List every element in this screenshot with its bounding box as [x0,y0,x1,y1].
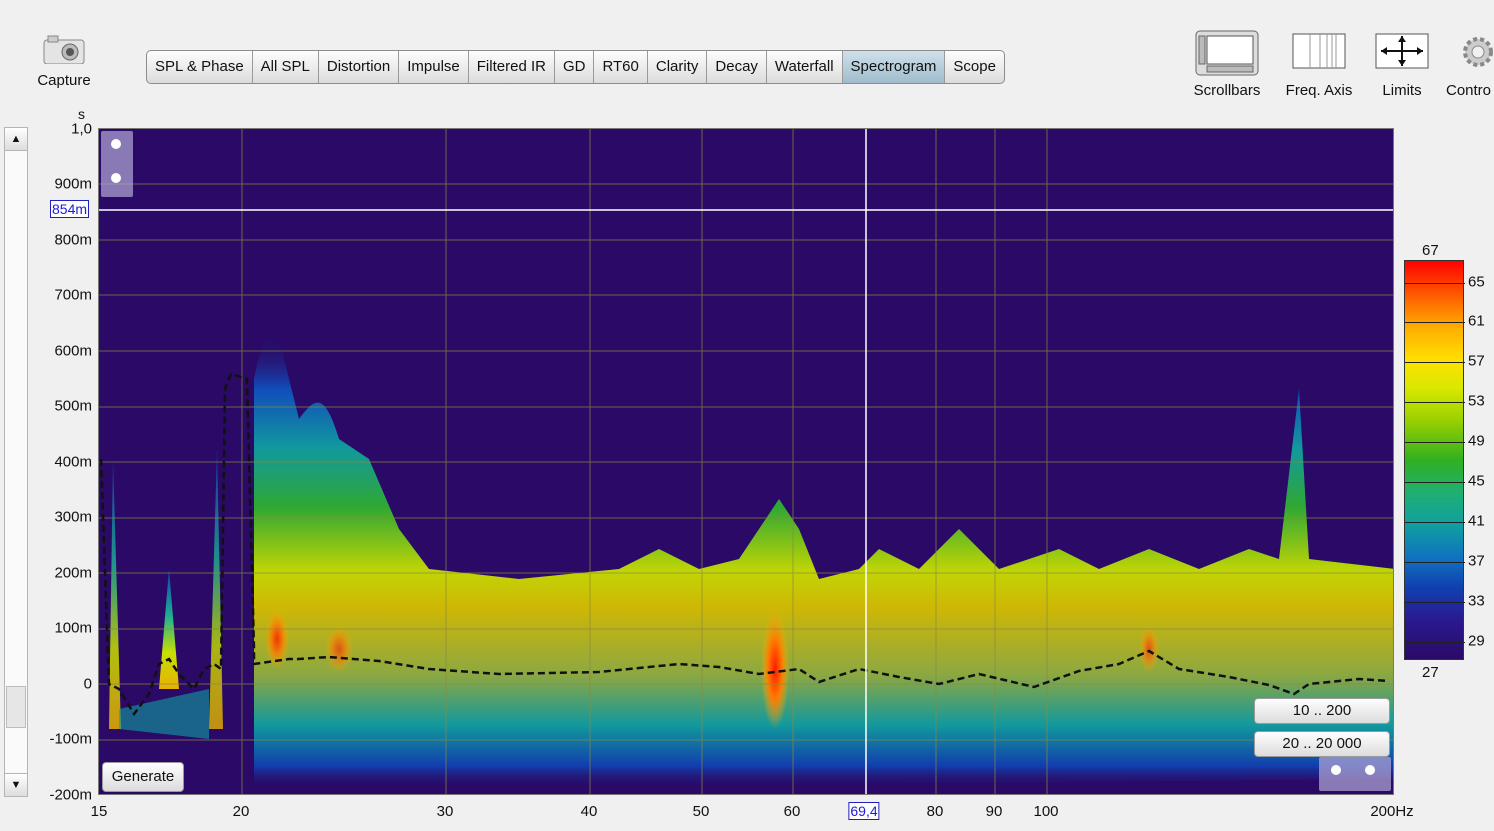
y-tick: -200m [49,786,92,804]
graph-tabs: SPL & Phase All SPL Distortion Impulse F… [146,50,1005,84]
y-tick: 100m [54,619,92,637]
x-tick: 100 [1033,803,1059,820]
tab-scope[interactable]: Scope [945,51,1004,83]
tab-impulse[interactable]: Impulse [399,51,469,83]
tab-spl-phase[interactable]: SPL & Phase [147,51,253,83]
y-cursor-readout: 854m [50,200,90,218]
scale-max-label: 67 [1422,242,1439,259]
scale-tick: 29 [1468,632,1485,650]
x-tick: 30 [436,803,454,820]
freq-axis-label: Freq. Axis [1285,82,1353,99]
spectrogram-plot[interactable] [98,128,1394,795]
scale-tick: 33 [1468,592,1485,610]
capture-button[interactable]: Capture [28,34,100,89]
energy-spike [209,449,223,729]
tab-filtered-ir[interactable]: Filtered IR [469,51,555,83]
limits-label: Limits [1382,82,1422,99]
y-tick: 400m [54,453,92,471]
controls-button[interactable]: Contro [1444,30,1494,99]
scrollbars-label: Scrollbars [1193,82,1261,99]
camera-icon [42,34,86,65]
y-tick: 200m [54,564,92,582]
x-tick: 60 [783,803,801,820]
zoom-out-icon[interactable] [111,173,121,183]
scrollbar-thumb[interactable] [6,686,26,728]
x-tick: 90 [985,803,1003,820]
tab-clarity[interactable]: Clarity [648,51,708,83]
scrollbars-button[interactable]: Scrollbars [1188,30,1266,99]
x-cursor-readout: 69,4 [848,802,880,820]
y-tick: 1,0 [71,120,92,138]
generate-button[interactable]: Generate [102,762,184,792]
gear-icon [1458,30,1494,74]
y-tick: 0 [83,675,92,693]
y-tick: 300m [54,508,92,526]
hot-spot [325,625,353,673]
scale-tick: 65 [1468,273,1485,291]
x-tick: 80 [926,803,944,820]
scroll-down-icon[interactable]: ▼ [5,773,27,796]
y-tick: 600m [54,342,92,360]
tab-rt60[interactable]: RT60 [594,51,648,83]
freq-axis-icon [1292,30,1346,74]
y-zoom-control [101,131,133,197]
y-tick: -100m [49,730,92,748]
scrollbars-icon [1195,30,1259,76]
x-tick: 200Hz [1370,803,1414,820]
energy-band [254,334,1393,789]
scale-tick: 53 [1468,392,1485,410]
limits-icon [1375,30,1429,74]
freq-axis-button[interactable]: Freq. Axis [1280,30,1358,99]
zoom-in-icon[interactable] [111,139,121,149]
tab-decay[interactable]: Decay [707,51,767,83]
tab-gd[interactable]: GD [555,51,595,83]
x-zoom-control [1319,757,1391,791]
y-tick: 800m [54,231,92,249]
scale-tick: 61 [1468,312,1485,330]
tab-distortion[interactable]: Distortion [319,51,400,83]
capture-label: Capture [37,72,91,89]
y-tick: 900m [54,175,92,193]
y-tick: 500m [54,397,92,415]
scale-tick: 45 [1468,472,1485,490]
scale-tick: 41 [1468,512,1485,530]
hot-spot [1139,625,1159,673]
scale-tick: 49 [1468,432,1485,450]
vertical-scrollbar[interactable]: ▲ ▼ [4,127,28,797]
color-scale [1404,260,1465,660]
tab-waterfall[interactable]: Waterfall [767,51,843,83]
zoom-in-icon[interactable] [1365,765,1375,775]
range-10-200-button[interactable]: 10 .. 200 [1254,698,1390,724]
tab-spectrogram[interactable]: Spectrogram [842,51,946,83]
limits-button[interactable]: Limits [1368,30,1436,99]
hot-spot [761,609,789,729]
scale-tick: 37 [1468,552,1485,570]
energy-spike [119,689,209,739]
tab-all-spl[interactable]: All SPL [253,51,319,83]
y-tick: 700m [54,286,92,304]
x-tick: 50 [692,803,710,820]
x-tick: 40 [580,803,598,820]
controls-label: Contro [1446,82,1492,99]
x-tick: 15 [90,803,108,820]
zoom-out-icon[interactable] [1331,765,1341,775]
range-20-20000-button[interactable]: 20 .. 20 000 [1254,731,1390,757]
scale-min-label: 27 [1422,664,1439,681]
scroll-up-icon[interactable]: ▲ [5,128,27,151]
scale-tick: 57 [1468,352,1485,370]
x-tick: 20 [232,803,250,820]
spectrogram-canvas [99,129,1393,794]
